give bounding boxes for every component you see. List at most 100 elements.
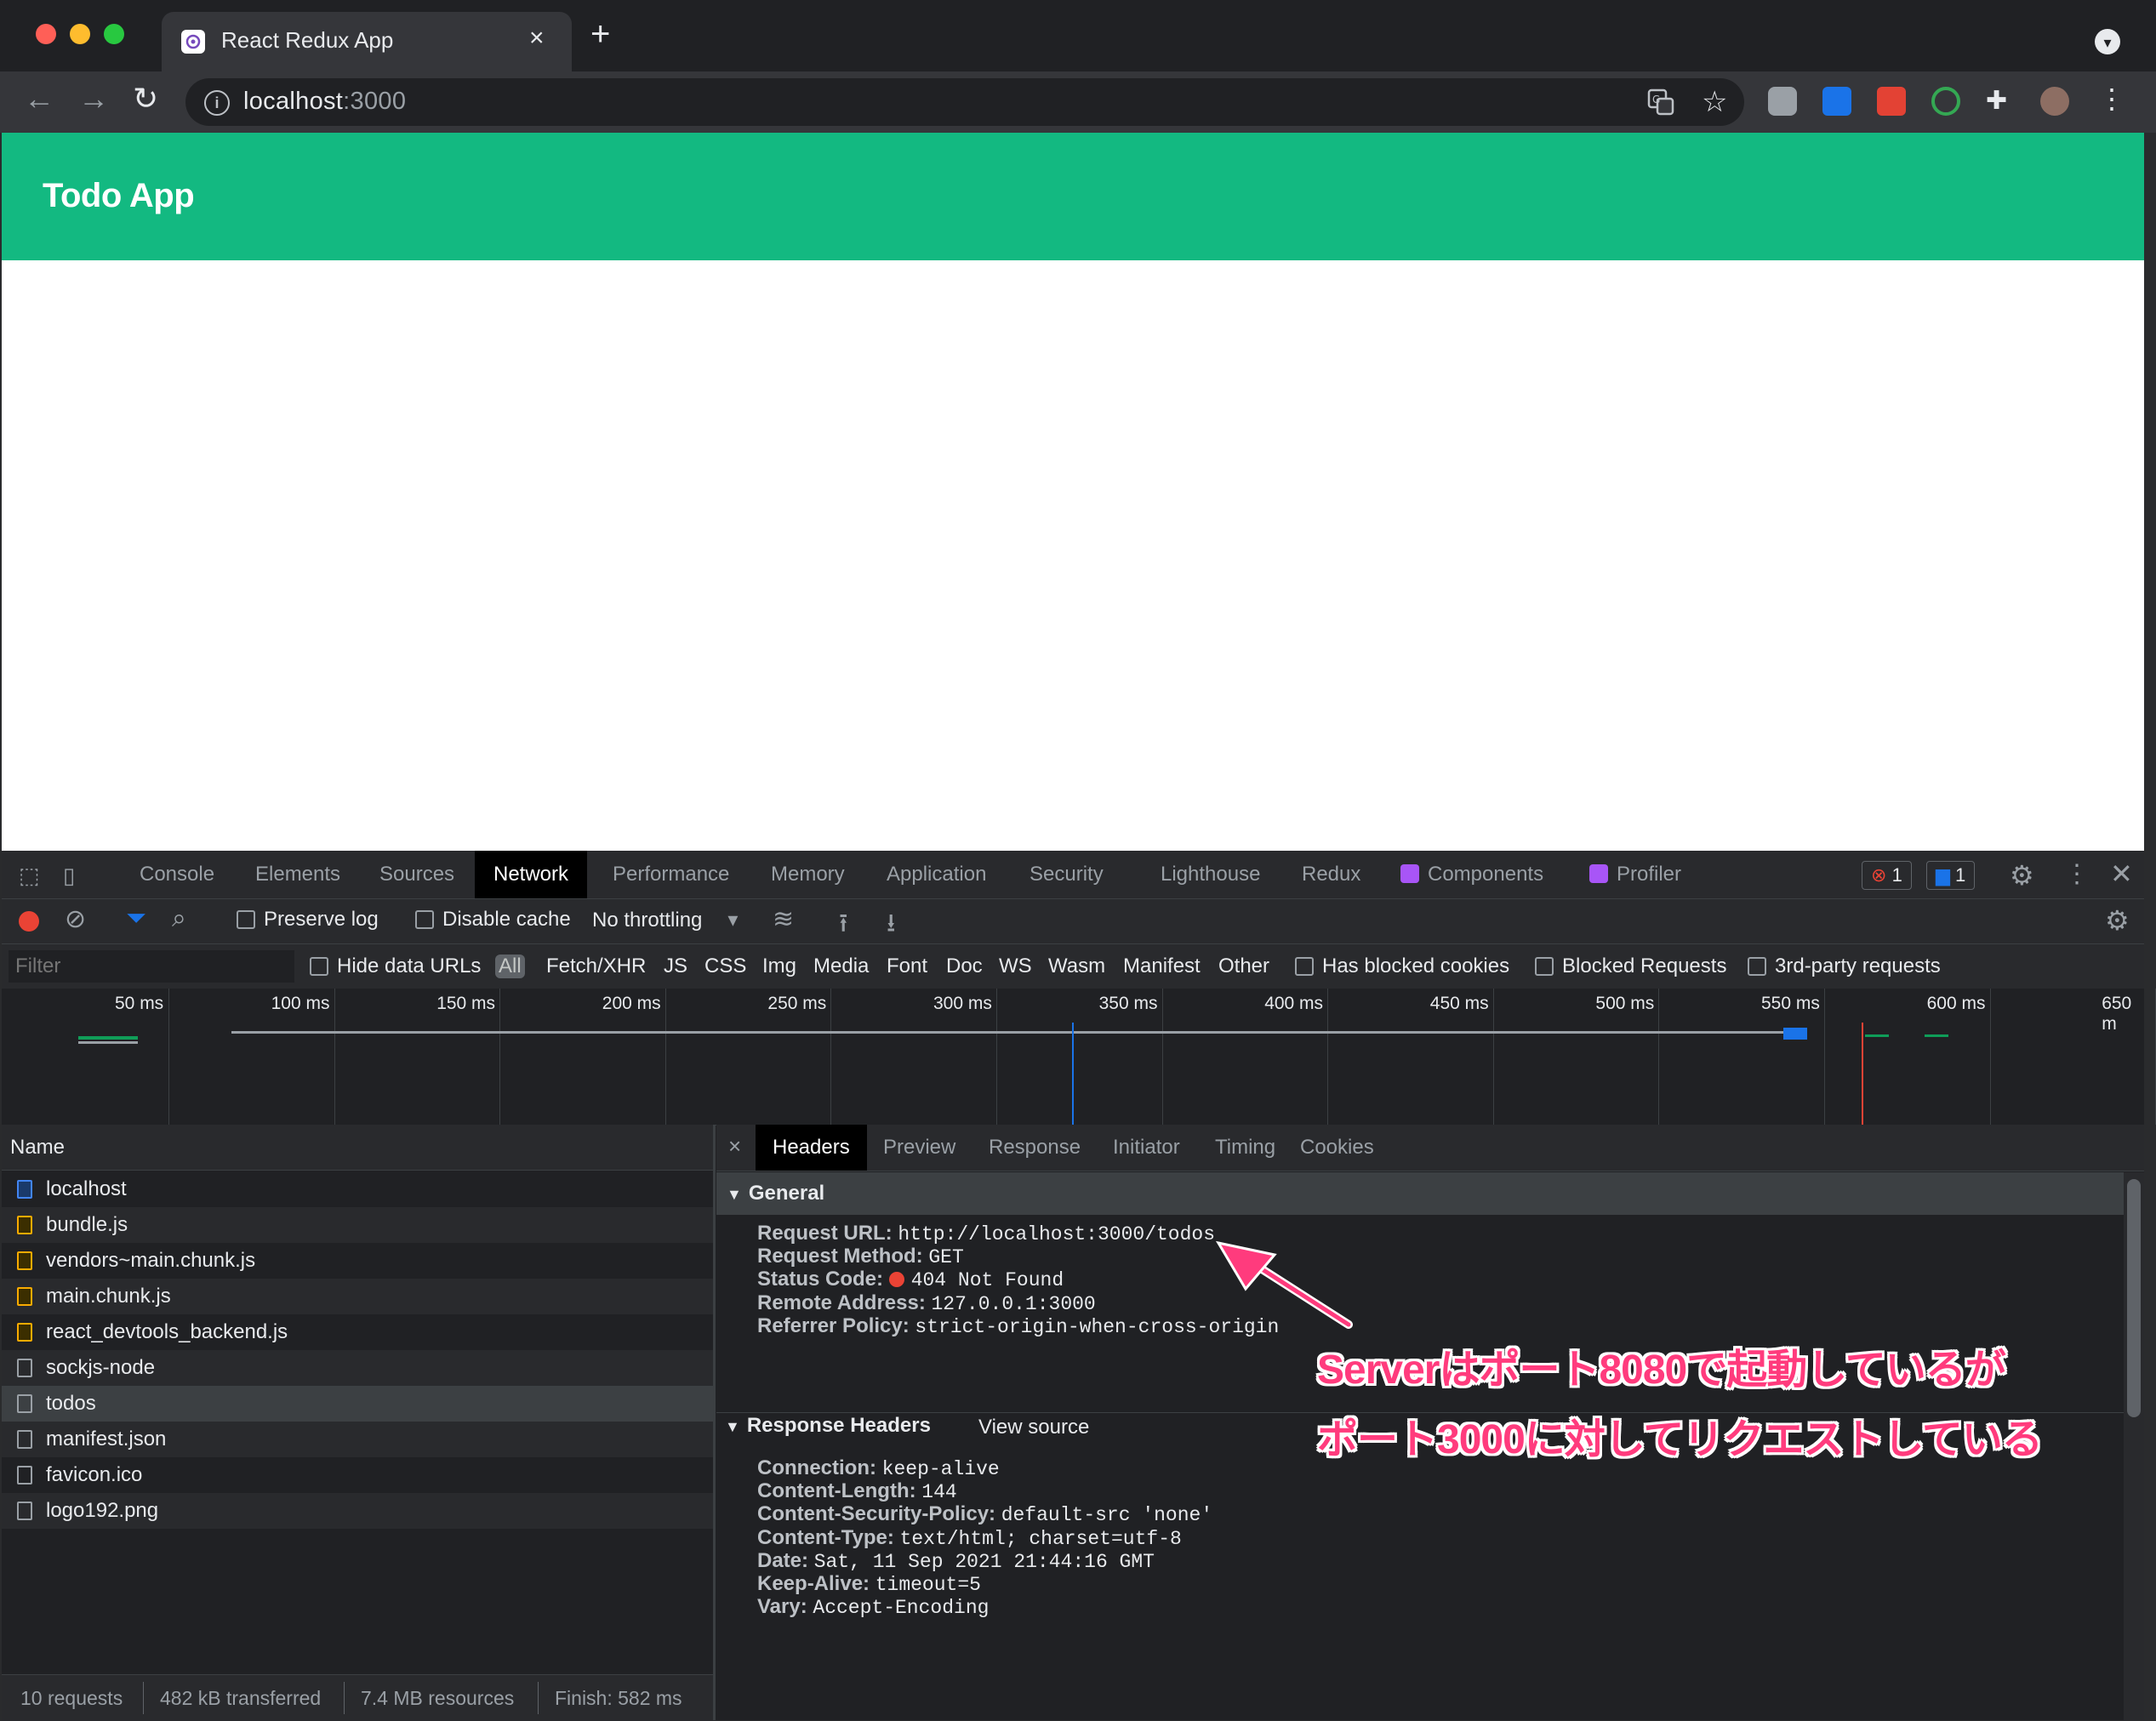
filter-type-fetch-xhr[interactable]: Fetch/XHR bbox=[546, 955, 646, 978]
network-overview-timeline[interactable]: 50 ms 100 ms 150 ms 200 ms 250 ms 300 ms 350 m… bbox=[2, 989, 2156, 1125]
address-bar[interactable]: i localhost:3000 G ☆ bbox=[185, 78, 1744, 126]
response-headers-section-header[interactable]: ▼ Response Headers bbox=[716, 1414, 931, 1438]
clear-icon[interactable]: ⊘ bbox=[65, 904, 86, 934]
tab-application[interactable]: Application bbox=[868, 851, 1005, 898]
transferred-size: 482 kB transferred bbox=[160, 1687, 322, 1709]
minimize-window-button[interactable] bbox=[70, 24, 90, 44]
detail-tab-initiator[interactable]: Initiator bbox=[1096, 1125, 1197, 1171]
filter-type-media[interactable]: Media bbox=[813, 955, 869, 978]
forward-arrow-icon[interactable]: → bbox=[78, 83, 109, 114]
name-column-header[interactable]: Name bbox=[2, 1125, 713, 1171]
tab-components[interactable]: Components bbox=[1382, 851, 1562, 898]
page-viewport: Todo App bbox=[2, 133, 2144, 851]
import-har-icon[interactable]: ⭱ bbox=[839, 904, 848, 948]
blocked-requests-checkbox[interactable]: Blocked Requests bbox=[1535, 955, 1726, 978]
network-conditions-icon[interactable]: ≋ bbox=[773, 904, 794, 934]
reload-icon[interactable]: ↻ bbox=[133, 83, 158, 114]
tab-search-icon[interactable]: ▾ bbox=[2095, 29, 2120, 54]
filter-funnel-icon[interactable]: ⏷ bbox=[126, 904, 146, 933]
inspect-element-icon[interactable]: ⬚ bbox=[19, 863, 40, 889]
throttling-select[interactable]: No throttling ▾ bbox=[592, 908, 738, 932]
browser-tab[interactable]: React Redux App × bbox=[162, 12, 572, 73]
view-source-link[interactable]: View source bbox=[978, 1416, 1089, 1439]
extensions-puzzle-icon[interactable]: ✚ bbox=[1986, 88, 2011, 114]
translate-icon[interactable]: G bbox=[1647, 88, 1674, 116]
load-event-marker bbox=[1862, 1023, 1863, 1125]
message-count-badge[interactable]: ▆ 1 bbox=[1926, 861, 1976, 890]
more-vertical-icon[interactable]: ⋮ bbox=[2064, 859, 2090, 889]
tab-memory[interactable]: Memory bbox=[752, 851, 864, 898]
tab-sources[interactable]: Sources bbox=[361, 851, 473, 898]
detail-tab-cookies[interactable]: Cookies bbox=[1283, 1125, 1391, 1171]
device-toolbar-icon[interactable]: ▯ bbox=[63, 863, 75, 889]
screenshot-extension-icon[interactable] bbox=[1822, 87, 1851, 116]
split-divider[interactable] bbox=[713, 1125, 716, 1720]
tab-profiler[interactable]: Profiler bbox=[1571, 851, 1700, 898]
third-party-requests-checkbox[interactable]: 3rd-party requests bbox=[1748, 955, 1941, 978]
request-row[interactable]: todos bbox=[2, 1386, 713, 1422]
tab-redux[interactable]: Redux bbox=[1283, 851, 1379, 898]
detail-scrollbar[interactable] bbox=[2124, 1172, 2144, 1720]
tab-close-icon[interactable]: × bbox=[529, 24, 545, 53]
request-row[interactable]: vendors~main.chunk.js bbox=[2, 1243, 713, 1279]
zoom-window-button[interactable] bbox=[104, 24, 124, 44]
request-row[interactable]: logo192.png bbox=[2, 1493, 713, 1529]
request-row[interactable]: favicon.ico bbox=[2, 1457, 713, 1493]
error-count-badge[interactable]: ⊗ 1 bbox=[1862, 861, 1912, 890]
header-key: Status Code: bbox=[757, 1268, 884, 1291]
filter-type-wasm[interactable]: Wasm bbox=[1048, 955, 1105, 978]
request-row[interactable]: localhost bbox=[2, 1171, 713, 1207]
filter-input[interactable] bbox=[9, 950, 294, 983]
profile-avatar[interactable] bbox=[2040, 87, 2069, 116]
search-icon[interactable]: ⌕ bbox=[172, 904, 186, 933]
scroll-thumb[interactable] bbox=[2127, 1179, 2141, 1417]
filter-type-all[interactable]: All bbox=[495, 955, 525, 978]
tab-network[interactable]: Network bbox=[475, 851, 588, 898]
request-row[interactable]: manifest.json bbox=[2, 1422, 713, 1457]
timeline-tick-label: 350 ms bbox=[1098, 994, 1158, 1013]
request-row[interactable]: sockjs-node bbox=[2, 1350, 713, 1386]
filter-type-js[interactable]: JS bbox=[664, 955, 687, 978]
filter-type-doc[interactable]: Doc bbox=[946, 955, 983, 978]
tab-lighthouse[interactable]: Lighthouse bbox=[1142, 851, 1279, 898]
tab-console[interactable]: Console bbox=[121, 851, 233, 898]
close-devtools-icon[interactable]: ✕ bbox=[2110, 858, 2133, 890]
disable-cache-checkbox[interactable]: Disable cache bbox=[415, 908, 571, 932]
script-file-icon bbox=[17, 1323, 32, 1342]
new-tab-button[interactable]: + bbox=[590, 17, 610, 51]
hide-data-urls-checkbox[interactable]: Hide data URLs bbox=[310, 955, 481, 978]
detail-tab-timing[interactable]: Timing bbox=[1198, 1125, 1292, 1171]
bookmark-star-icon[interactable]: ☆ bbox=[1702, 85, 1727, 119]
site-info-icon[interactable]: i bbox=[204, 90, 230, 116]
request-row[interactable]: react_devtools_backend.js bbox=[2, 1314, 713, 1350]
filter-type-other[interactable]: Other bbox=[1218, 955, 1269, 978]
filter-type-ws[interactable]: WS bbox=[999, 955, 1032, 978]
general-section-header[interactable]: ▼ General bbox=[716, 1172, 2124, 1215]
preserve-log-checkbox[interactable]: Preserve log bbox=[237, 908, 379, 932]
tab-security[interactable]: Security bbox=[1011, 851, 1122, 898]
filter-type-font[interactable]: Font bbox=[887, 955, 927, 978]
export-har-icon[interactable]: ⭳ bbox=[887, 904, 896, 948]
filter-type-img[interactable]: Img bbox=[762, 955, 796, 978]
more-vertical-icon[interactable]: ⋮ bbox=[2098, 85, 2125, 112]
url-text[interactable]: localhost:3000 bbox=[243, 88, 406, 116]
camera-extension-icon[interactable] bbox=[1768, 87, 1797, 116]
has-blocked-cookies-checkbox[interactable]: Has blocked cookies bbox=[1295, 955, 1509, 978]
filter-type-manifest[interactable]: Manifest bbox=[1123, 955, 1201, 978]
tab-performance[interactable]: Performance bbox=[594, 851, 748, 898]
detail-tab-response[interactable]: Response bbox=[972, 1125, 1098, 1171]
detail-tab-preview[interactable]: Preview bbox=[866, 1125, 972, 1171]
close-window-button[interactable] bbox=[36, 24, 56, 44]
close-detail-icon[interactable]: × bbox=[728, 1133, 741, 1160]
detail-tab-headers[interactable]: Headers bbox=[756, 1125, 867, 1171]
settings-gear-icon[interactable]: ⚙ bbox=[2010, 859, 2034, 892]
request-row[interactable]: bundle.js bbox=[2, 1207, 713, 1243]
filter-type-css[interactable]: CSS bbox=[704, 955, 746, 978]
target-extension-icon[interactable] bbox=[1931, 87, 1960, 116]
tab-elements[interactable]: Elements bbox=[237, 851, 359, 898]
network-settings-gear-icon[interactable]: ⚙ bbox=[2105, 904, 2130, 937]
record-icon[interactable] bbox=[19, 911, 39, 932]
back-arrow-icon[interactable]: ← bbox=[24, 83, 54, 114]
react-devtools-extension-icon[interactable] bbox=[1877, 87, 1906, 116]
request-row[interactable]: main.chunk.js bbox=[2, 1279, 713, 1314]
